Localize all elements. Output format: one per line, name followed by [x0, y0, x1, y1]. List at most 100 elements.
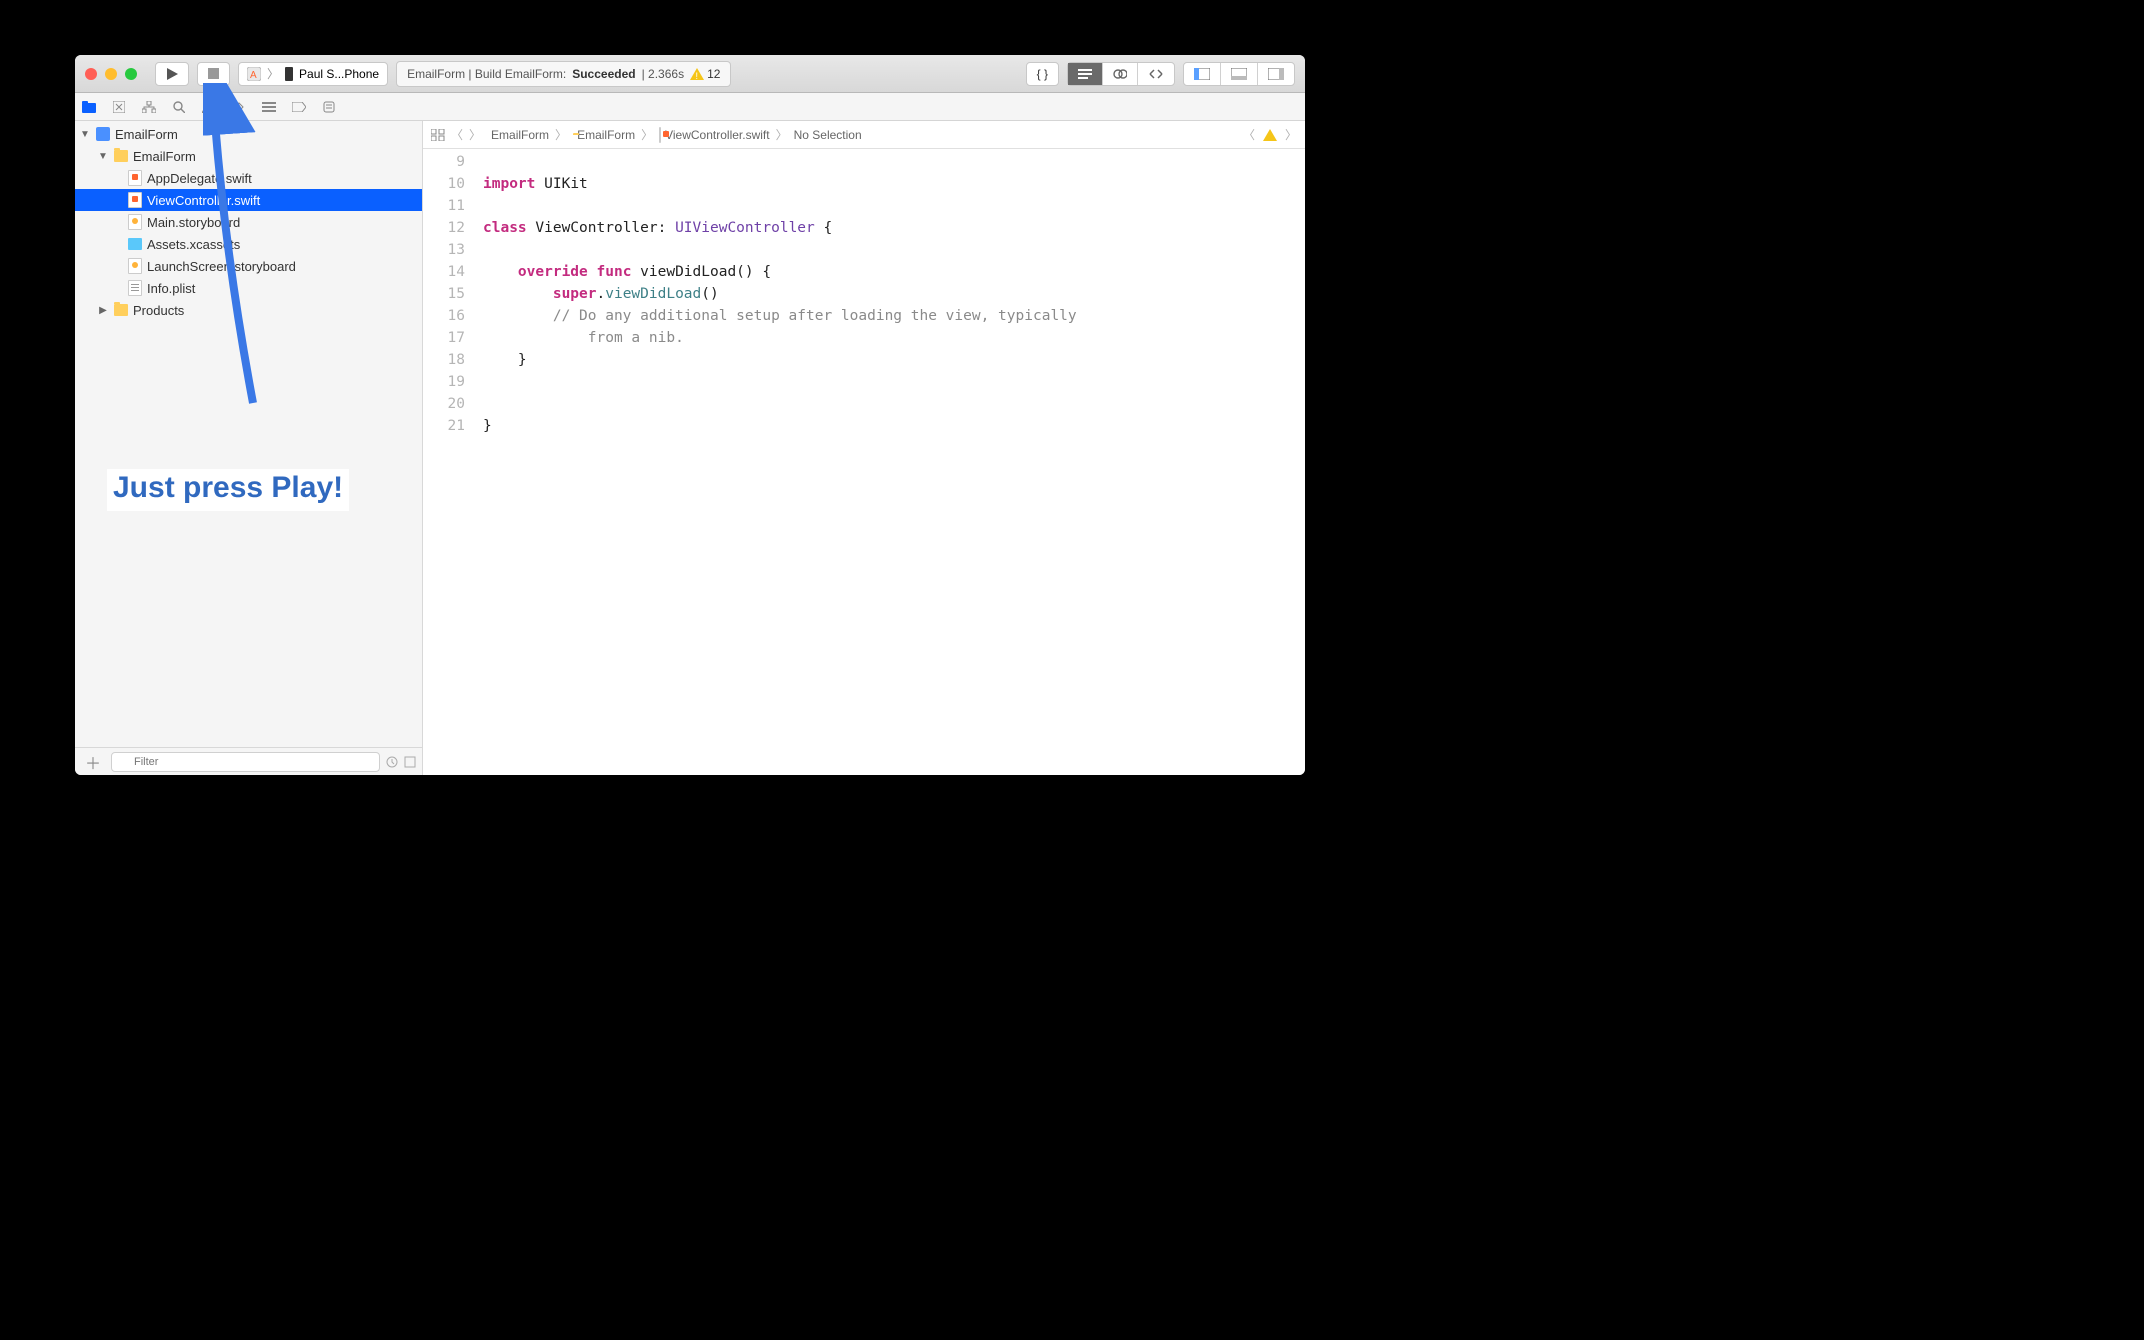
toggle-utilities-button[interactable] [1258, 63, 1294, 85]
warning-indicator[interactable]: ! 12 [690, 67, 720, 81]
issue-navigator-tab[interactable] [201, 99, 217, 115]
project-navigator-tab[interactable] [81, 99, 97, 115]
minimize-window-button[interactable] [105, 68, 117, 80]
bottom-panel-icon [1231, 68, 1247, 80]
scm-filter-button[interactable] [404, 756, 416, 768]
code-snippets-button[interactable]: { } [1026, 62, 1059, 86]
project-name-label: EmailForm [115, 127, 178, 142]
file-row-main-storyboard[interactable]: Main.storyboard [75, 211, 422, 233]
disclosure-triangle-icon[interactable]: ▼ [97, 151, 109, 162]
hierarchy-icon [142, 101, 156, 113]
run-button[interactable] [155, 62, 189, 86]
play-icon [166, 68, 178, 80]
svg-text:!: ! [696, 71, 699, 80]
code-content[interactable]: import UIKit class ViewController: UIVie… [475, 149, 1305, 775]
toggle-navigator-button[interactable] [1184, 63, 1221, 85]
go-forward-button[interactable]: 〉 [469, 126, 481, 143]
svg-text:A: A [250, 70, 257, 81]
file-row-infoplist[interactable]: Info.plist [75, 277, 422, 299]
clock-icon [386, 756, 398, 768]
project-icon [95, 126, 111, 142]
line-gutter: 9 10 11 12 13 14 15 16 17 18 19 20 21 [423, 149, 475, 775]
zoom-window-button[interactable] [125, 68, 137, 80]
breakpoint-icon [292, 102, 306, 112]
breadcrumb-label: ViewController.swift [665, 128, 769, 142]
status-time: | 2.366s [642, 67, 684, 81]
add-button[interactable]: ＋ [81, 750, 105, 774]
toggle-debug-area-button[interactable] [1221, 63, 1258, 85]
file-label: Assets.xcassets [147, 237, 240, 252]
device-icon [285, 67, 293, 81]
breadcrumb-file[interactable]: ViewController.swift [659, 128, 769, 142]
breakpoint-navigator-tab[interactable] [291, 99, 307, 115]
swift-file-icon [127, 170, 143, 186]
search-icon [173, 101, 185, 113]
test-navigator-tab[interactable] [231, 99, 247, 115]
assistant-editor-icon [1113, 67, 1127, 81]
filter-input[interactable] [111, 752, 380, 772]
scheme-selector[interactable]: A 〉 Paul S...Phone [238, 62, 388, 86]
file-label: AppDelegate.swift [147, 171, 252, 186]
report-navigator-tab[interactable] [321, 99, 337, 115]
traffic-lights [85, 68, 137, 80]
swift-file-icon [127, 192, 143, 208]
close-window-button[interactable] [85, 68, 97, 80]
file-row-viewcontroller[interactable]: ViewController.swift [75, 189, 422, 211]
navigator-selector-bar [75, 93, 1305, 121]
folder-icon [113, 302, 129, 318]
symbol-navigator-tab[interactable] [141, 99, 157, 115]
recent-filter-button[interactable] [386, 756, 398, 768]
find-navigator-tab[interactable] [171, 99, 187, 115]
file-row-launchscreen[interactable]: LaunchScreen.storyboard [75, 255, 422, 277]
disclosure-triangle-icon[interactable]: ▼ [79, 129, 91, 140]
file-row-appdelegate[interactable]: AppDelegate.swift [75, 167, 422, 189]
source-editor: 〈 〉 EmailForm 〉 EmailForm 〉 ViewControll… [423, 121, 1305, 775]
breadcrumb-label: EmailForm [577, 128, 635, 142]
disclosure-triangle-icon[interactable]: ▶ [97, 305, 109, 316]
status-result: Succeeded [572, 67, 635, 81]
standard-editor-button[interactable] [1068, 63, 1103, 85]
file-row-assets[interactable]: Assets.xcassets [75, 233, 422, 255]
go-back-button[interactable]: 〈 [451, 126, 463, 143]
project-navigator: ▼ EmailForm ▼ EmailForm AppDelegate.swif… [75, 121, 423, 775]
source-control-navigator-tab[interactable] [111, 99, 127, 115]
stop-button[interactable] [197, 62, 230, 86]
scheme-destination-label: Paul S...Phone [299, 67, 379, 81]
gauge-icon [262, 102, 276, 112]
storyboard-file-icon [127, 214, 143, 230]
file-label: Main.storyboard [147, 215, 240, 230]
activity-view[interactable]: EmailForm | Build EmailForm: Succeeded |… [396, 61, 731, 87]
previous-issue-button[interactable]: 〈 [1243, 126, 1255, 143]
folder-icon [82, 101, 96, 113]
breadcrumb-symbol[interactable]: No Selection [794, 128, 862, 142]
breadcrumb-label: EmailForm [491, 128, 549, 142]
products-folder-row[interactable]: ▶ Products [75, 299, 422, 321]
folder-label: EmailForm [133, 149, 196, 164]
assets-icon [127, 236, 143, 252]
assistant-editor-button[interactable] [1103, 63, 1138, 85]
chevron-right-icon: 〉 [641, 126, 653, 143]
next-issue-button[interactable]: 〉 [1285, 126, 1297, 143]
related-items-button[interactable] [431, 129, 445, 141]
right-panel-icon [1268, 68, 1284, 80]
breadcrumb-project[interactable]: EmailForm [487, 128, 549, 142]
code-area[interactable]: 9 10 11 12 13 14 15 16 17 18 19 20 21 im… [423, 149, 1305, 775]
target-folder-row[interactable]: ▼ EmailForm [75, 145, 422, 167]
main-area: ▼ EmailForm ▼ EmailForm AppDelegate.swif… [75, 121, 1305, 775]
file-tree: ▼ EmailForm ▼ EmailForm AppDelegate.swif… [75, 121, 422, 747]
storyboard-file-icon [127, 258, 143, 274]
diamond-icon [232, 101, 246, 113]
project-root-row[interactable]: ▼ EmailForm [75, 123, 422, 145]
folder-icon [113, 148, 129, 164]
annotation-label: Just press Play! [107, 469, 349, 511]
folder-label: Products [133, 303, 184, 318]
breadcrumb-folder[interactable]: EmailForm [573, 128, 635, 142]
version-editor-button[interactable] [1138, 63, 1174, 85]
swift-file-icon [659, 128, 661, 142]
breadcrumb-label: No Selection [794, 128, 862, 142]
xcode-window: A 〉 Paul S...Phone EmailForm | Build Ema… [75, 55, 1305, 775]
navigator-footer: ＋ [75, 747, 422, 775]
warning-triangle-icon [202, 101, 216, 113]
debug-navigator-tab[interactable] [261, 99, 277, 115]
grid-icon [431, 129, 445, 141]
